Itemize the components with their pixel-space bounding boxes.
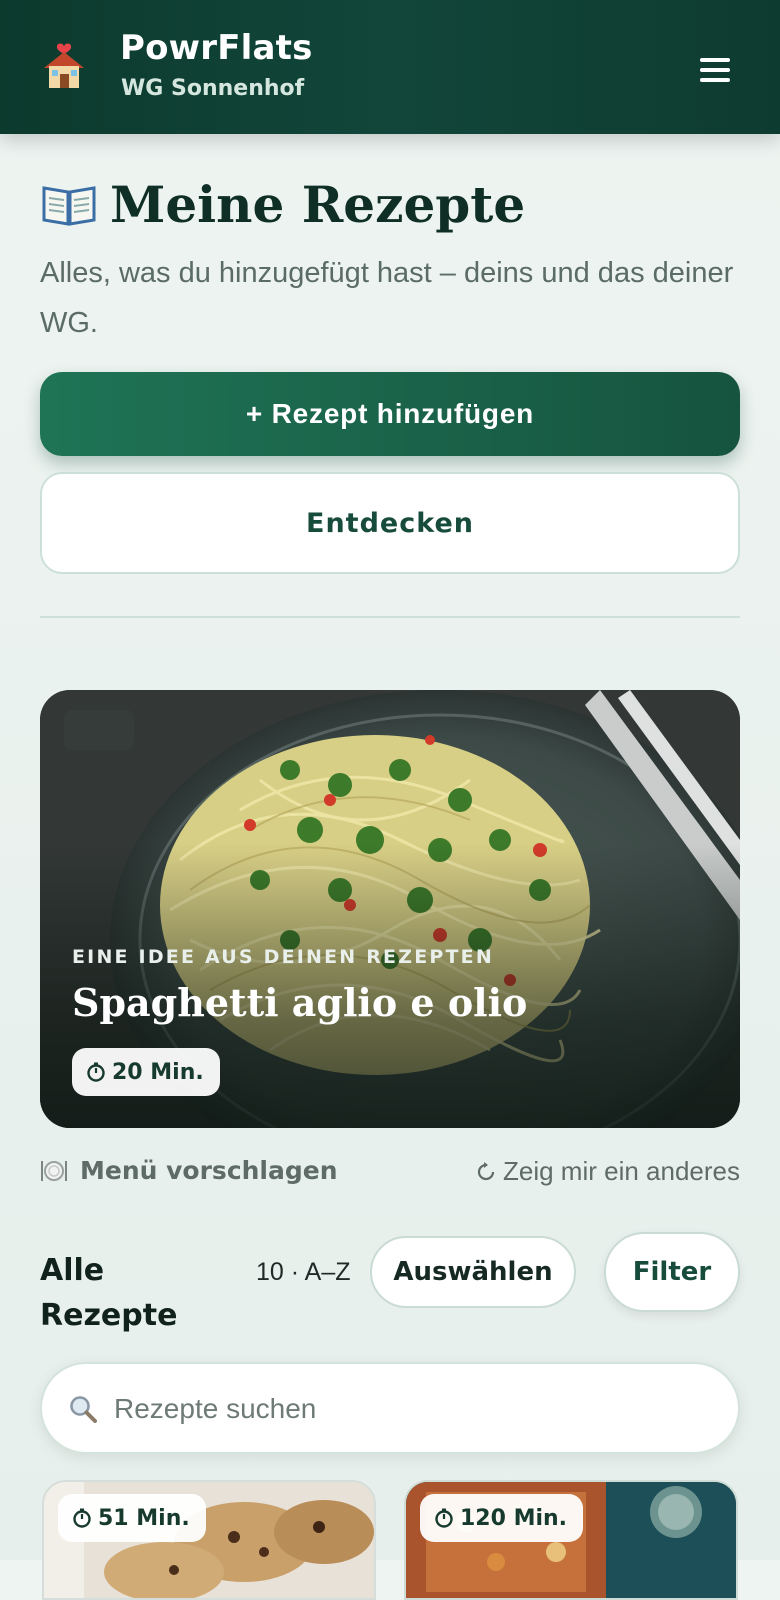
select-button[interactable]: Auswählen [370, 1236, 576, 1308]
recipe-time-chip: 51 Min. [58, 1494, 206, 1542]
app-header: PowrFlats WG Sonnenhof [0, 0, 780, 134]
featured-recipe-title: Spaghetti aglio e olio [72, 980, 528, 1025]
app-name: PowrFlats [120, 28, 313, 68]
featured-kicker: EINE IDEE AUS DEINEN REZEPTEN [72, 946, 494, 968]
stopwatch-icon [73, 1508, 91, 1528]
search-icon [70, 1396, 97, 1423]
add-recipe-button[interactable]: + Rezept hinzufügen [40, 372, 740, 456]
page-title: Meine Rezepte [40, 168, 525, 240]
recipe-search [40, 1362, 740, 1454]
featured-time-text: 20 Min. [112, 1059, 204, 1085]
recipe-count-sort: 10 · A–Z [256, 1258, 351, 1286]
suggest-menu-label: Menü vorschlagen [80, 1156, 338, 1185]
show-another-label: Zeig mir ein anderes [503, 1156, 740, 1186]
filter-button[interactable]: Filter [604, 1232, 740, 1312]
recipe-time-text: 51 Min. [98, 1505, 190, 1531]
divider [40, 616, 740, 618]
search-input[interactable] [114, 1382, 714, 1436]
page-subtitle: Alles, was du hinzugefügt hast – deins u… [40, 257, 734, 339]
suggest-menu-button[interactable]: Menü vorschlagen [40, 1156, 338, 1185]
plate-cutlery-icon [41, 1160, 67, 1181]
recipe-card[interactable]: 51 Min. [42, 1480, 376, 1600]
refresh-icon [477, 1161, 495, 1180]
hamburger-menu-icon[interactable] [692, 50, 738, 90]
featured-time-chip: 20 Min. [72, 1048, 220, 1096]
page-title-text: Meine Rezepte [110, 174, 526, 234]
recipe-time-text: 120 Min. [460, 1505, 568, 1531]
stopwatch-icon [435, 1508, 453, 1528]
recipe-time-chip: 120 Min. [420, 1494, 584, 1542]
show-another-button[interactable]: Zeig mir ein anderes [475, 1156, 740, 1187]
all-recipes-heading: Alle Rezepte [40, 1253, 178, 1333]
suggest-row: Menü vorschlagen Zeig mir ein anderes [40, 1150, 740, 1194]
featured-recipe-card[interactable]: EINE IDEE AUS DEINEN REZEPTEN Spaghetti … [40, 690, 740, 1128]
discover-button[interactable]: Entdecken [40, 472, 740, 574]
stopwatch-icon [87, 1062, 105, 1082]
open-book-icon [42, 186, 96, 226]
recipe-card[interactable]: 120 Min. [404, 1480, 738, 1600]
flatshare-name: WG Sonnenhof [121, 76, 305, 101]
house-with-heart-icon[interactable] [38, 40, 90, 92]
